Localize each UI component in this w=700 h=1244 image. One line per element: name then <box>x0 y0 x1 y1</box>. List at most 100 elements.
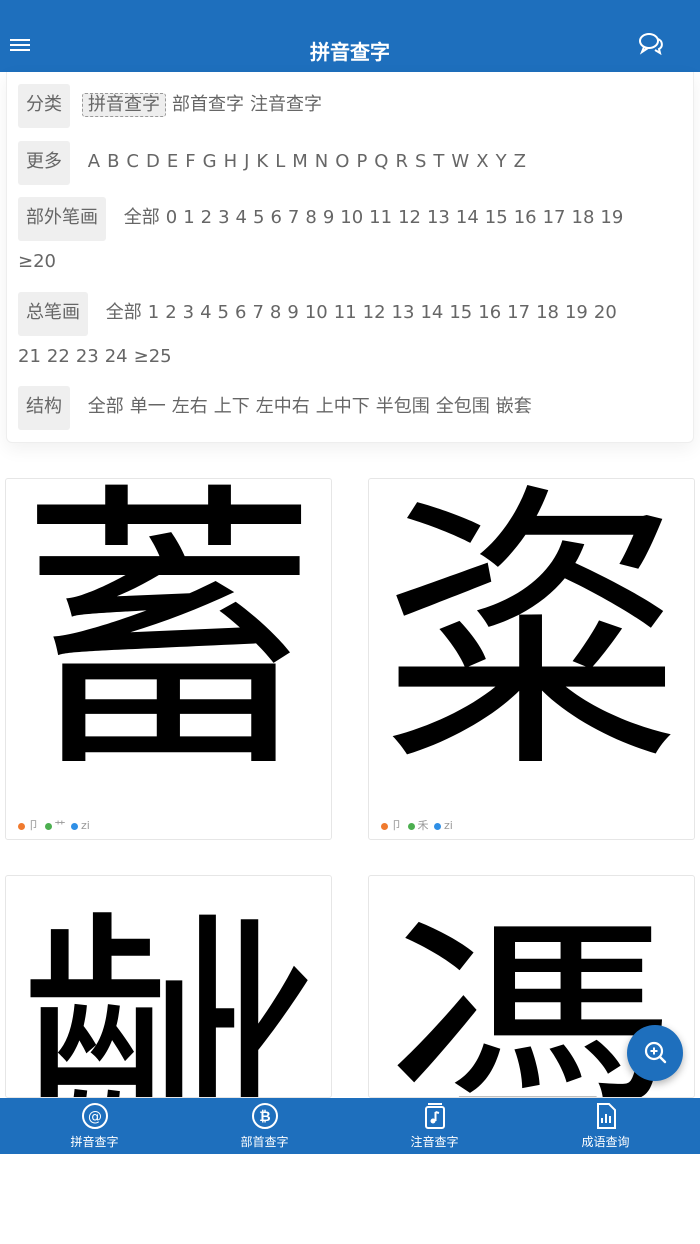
filter-option[interactable]: 23 <box>76 336 99 378</box>
filter-option[interactable]: 12 <box>363 292 386 334</box>
filter-option[interactable]: 4 <box>200 292 211 334</box>
filter-option[interactable]: 18 <box>572 197 595 239</box>
filter-option[interactable]: 左中右 <box>256 386 310 428</box>
filter-option[interactable]: C <box>126 141 139 183</box>
filter-option[interactable]: 9 <box>323 197 334 239</box>
filter-option[interactable]: G <box>203 141 217 183</box>
filter-option[interactable]: D <box>146 141 160 183</box>
filter-option[interactable]: 16 <box>514 197 537 239</box>
char-card[interactable]: 齜 <box>5 875 332 1098</box>
filter-option[interactable]: 2 <box>165 292 176 334</box>
option-pinyin[interactable]: 拼音查字 <box>82 93 166 117</box>
filter-option[interactable]: ≥20 <box>18 241 56 283</box>
option-zhuyin[interactable]: 注音查字 <box>250 84 322 126</box>
chart-file-icon <box>596 1103 616 1129</box>
filter-option[interactable]: Y <box>496 141 507 183</box>
filter-option[interactable]: 3 <box>218 197 229 239</box>
filter-option[interactable]: 18 <box>536 292 559 334</box>
filter-option[interactable]: B <box>107 141 119 183</box>
filter-option[interactable]: 0 <box>166 197 177 239</box>
filter-option[interactable]: 14 <box>420 292 443 334</box>
filter-option[interactable]: 全部 <box>106 292 142 334</box>
filter-option[interactable]: 左右 <box>172 386 208 428</box>
filter-option[interactable]: F <box>185 141 195 183</box>
option-radical[interactable]: 部首查字 <box>172 84 244 126</box>
filter-option[interactable]: 19 <box>600 197 623 239</box>
filter-option[interactable]: 22 <box>47 336 70 378</box>
filter-option[interactable]: 全包围 <box>436 386 490 428</box>
filter-option[interactable]: 12 <box>398 197 421 239</box>
filter-option[interactable]: K <box>256 141 268 183</box>
filter-option[interactable]: 上下 <box>214 386 250 428</box>
filter-option[interactable]: 5 <box>253 197 264 239</box>
filter-option[interactable]: W <box>451 141 469 183</box>
filter-option[interactable]: 单一 <box>130 386 166 428</box>
filter-option[interactable]: 1 <box>183 197 194 239</box>
filter-option[interactable]: X <box>476 141 488 183</box>
page-title: 拼音查字 <box>310 40 390 64</box>
filter-option[interactable]: 21 <box>18 336 41 378</box>
filter-option[interactable]: 7 <box>252 292 263 334</box>
filter-option[interactable]: N <box>315 141 328 183</box>
filter-option[interactable]: 8 <box>270 292 281 334</box>
filter-option[interactable]: R <box>395 141 408 183</box>
filter-option[interactable]: J <box>244 141 249 183</box>
filter-option[interactable]: 嵌套 <box>496 386 532 428</box>
filter-option[interactable]: 半包围 <box>376 386 430 428</box>
filter-option[interactable]: 14 <box>456 197 479 239</box>
filter-option[interactable]: M <box>292 141 308 183</box>
filter-option[interactable]: L <box>275 141 285 183</box>
filter-option[interactable]: 5 <box>218 292 229 334</box>
filter-option[interactable]: ≥25 <box>134 336 172 378</box>
filter-option[interactable]: 6 <box>235 292 246 334</box>
filter-option[interactable]: 11 <box>369 197 392 239</box>
tab-idiom[interactable]: 成语查询 <box>518 1098 693 1154</box>
filter-option[interactable]: 19 <box>565 292 588 334</box>
filter-option[interactable]: 10 <box>305 292 328 334</box>
filter-option[interactable]: 17 <box>543 197 566 239</box>
top-app-bar: 拼音查字 <box>0 0 700 72</box>
tab-pinyin[interactable]: @ 拼音查字 <box>7 1098 182 1154</box>
filter-option[interactable]: 3 <box>183 292 194 334</box>
tab-label: 注音查字 <box>410 1135 459 1149</box>
zoom-search-button[interactable] <box>627 1025 683 1081</box>
more-label: 更多 <box>18 141 70 185</box>
filter-option[interactable]: O <box>335 141 349 183</box>
char-card[interactable]: 蓄 卩 艹 zi <box>5 469 332 840</box>
filter-option[interactable]: 11 <box>334 292 357 334</box>
filter-option[interactable]: 全部 <box>124 197 160 239</box>
filter-option[interactable]: S <box>415 141 426 183</box>
filter-option[interactable]: Z <box>514 141 526 183</box>
filter-option[interactable]: 2 <box>201 197 212 239</box>
filter-option[interactable]: 24 <box>105 336 128 378</box>
filter-option[interactable]: 10 <box>340 197 363 239</box>
filter-option[interactable]: 6 <box>270 197 281 239</box>
filter-option[interactable]: 15 <box>449 292 472 334</box>
filter-option[interactable]: 8 <box>305 197 316 239</box>
filter-option[interactable]: 全部 <box>88 386 124 428</box>
tab-zhuyin[interactable]: 注音查字 <box>347 1098 522 1154</box>
filter-option[interactable]: 16 <box>478 292 501 334</box>
filter-option[interactable]: 4 <box>236 197 247 239</box>
tab-label: 拼音查字 <box>70 1135 119 1149</box>
filter-option[interactable]: 17 <box>507 292 530 334</box>
filter-option[interactable]: 15 <box>485 197 508 239</box>
filter-option[interactable]: 上中下 <box>316 386 370 428</box>
filter-option[interactable]: 20 <box>594 292 617 334</box>
char-glyph: 蓄 <box>18 459 319 808</box>
filter-option[interactable]: 7 <box>288 197 299 239</box>
filter-option[interactable]: A <box>88 141 100 183</box>
filter-option[interactable]: T <box>433 141 444 183</box>
filter-option[interactable]: 9 <box>287 292 298 334</box>
filter-option[interactable]: P <box>356 141 367 183</box>
char-card[interactable]: 粢 卩 禾 zi <box>368 469 695 840</box>
tab-radical[interactable]: ₿ 部首查字 <box>177 1098 352 1154</box>
svg-text:@: @ <box>88 1109 102 1125</box>
filter-option[interactable]: E <box>167 141 178 183</box>
filter-option[interactable]: 1 <box>148 292 159 334</box>
chat-icon[interactable] <box>638 32 666 56</box>
filter-option[interactable]: H <box>224 141 238 183</box>
filter-option[interactable]: Q <box>374 141 388 183</box>
filter-option[interactable]: 13 <box>427 197 450 239</box>
filter-option[interactable]: 13 <box>392 292 415 334</box>
